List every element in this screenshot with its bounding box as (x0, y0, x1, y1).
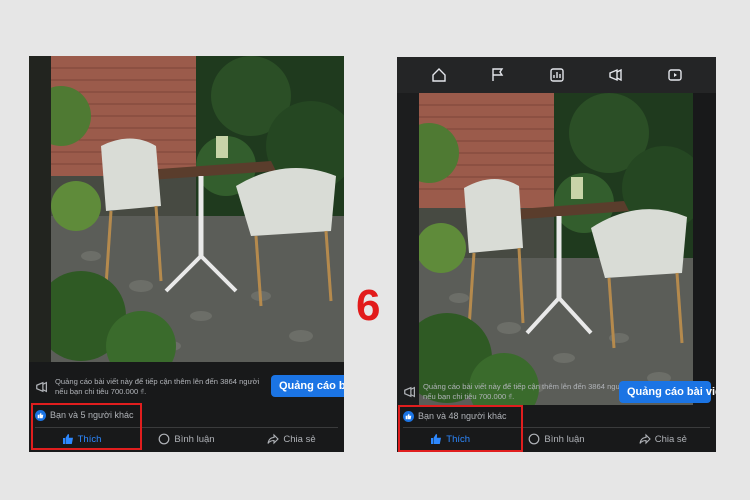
dashboard-icon[interactable] (546, 64, 568, 86)
share-button-label: Chia sẻ (283, 433, 316, 445)
comment-icon (159, 433, 170, 445)
step-number: 6 (356, 281, 381, 330)
reactions-summary[interactable]: Bạn và 48 người khác (397, 407, 716, 425)
like-button-label: Thích (77, 433, 102, 445)
promo-description: Quảng cáo bài viết này để tiếp cận thêm … (423, 382, 628, 401)
promote-post-bar: Quảng cáo bài viết này để tiếp cận thêm … (29, 368, 344, 406)
promote-post-button[interactable]: Quảng cáo bài (271, 375, 344, 397)
like-button-label: Thích (446, 433, 471, 445)
page-top-navbar (397, 57, 716, 93)
post-action-bar: Thích Bình luận Chia sẻ (397, 428, 716, 450)
share-button[interactable]: Chia sẻ (239, 433, 344, 445)
patio-photo-image (419, 93, 693, 405)
comment-button-label: Bình luận (544, 433, 585, 445)
share-icon (267, 433, 280, 445)
tutorial-stage: Quảng cáo bài viết này để tiếp cận thêm … (0, 0, 750, 500)
post-photo[interactable] (51, 56, 344, 362)
reactions-count-text: Bạn và 48 người khác (418, 411, 507, 421)
reactions-count-text: Bạn và 5 người khác (50, 410, 134, 420)
left-edge-strip (397, 93, 419, 405)
home-icon[interactable] (428, 64, 450, 86)
like-button[interactable]: Thích (29, 433, 134, 445)
share-button-label: Chia sẻ (654, 433, 687, 445)
comment-icon (529, 433, 540, 445)
megaphone-icon (403, 385, 417, 399)
left-phone-screen: Quảng cáo bài viết này để tiếp cận thêm … (29, 56, 344, 452)
thumbs-up-icon (62, 434, 73, 444)
left-edge-strip (29, 56, 51, 362)
share-button[interactable]: Chia sẻ (610, 433, 716, 445)
comment-button-label: Bình luận (174, 433, 215, 445)
flag-icon[interactable] (487, 64, 509, 86)
thumbs-up-icon (431, 434, 442, 444)
video-icon[interactable] (664, 64, 686, 86)
post-photo[interactable] (419, 93, 693, 405)
comment-button[interactable]: Bình luận (503, 433, 609, 445)
comment-button[interactable]: Bình luận (134, 433, 239, 445)
patio-photo-image (51, 56, 344, 362)
like-button[interactable]: Thích (397, 433, 503, 445)
right-phone-screen: Quảng cáo bài viết này để tiếp cận thêm … (397, 57, 716, 452)
post-action-bar: Thích Bình luận Chia sẻ (29, 428, 344, 450)
promo-description: Quảng cáo bài viết này để tiếp cận thêm … (55, 377, 260, 396)
promote-post-button[interactable]: Quảng cáo bài viết (619, 381, 716, 403)
reactions-summary[interactable]: Bạn và 5 người khác (29, 406, 344, 424)
like-reaction-icon (35, 409, 46, 421)
megaphone-icon (35, 380, 49, 394)
like-reaction-icon (403, 410, 414, 422)
megaphone-icon[interactable] (605, 64, 627, 86)
share-icon (639, 433, 651, 445)
promote-post-bar: Quảng cáo bài viết này để tiếp cận thêm … (397, 372, 716, 412)
